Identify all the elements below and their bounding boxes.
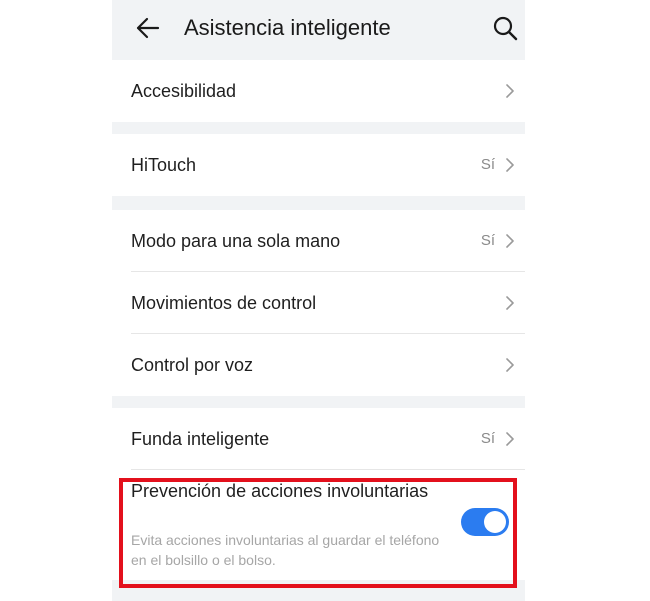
chevron-right-icon <box>506 296 514 310</box>
item-label: HiTouch <box>131 155 197 175</box>
chevron-right-icon <box>506 432 514 446</box>
toggle-description: Evita acciones involuntarias al guardar … <box>131 532 440 568</box>
item-value: Sí <box>480 232 495 249</box>
settings-item-prevencion-acciones: Prevención de acciones involuntarias Evi… <box>112 470 525 580</box>
settings-item-control-voz[interactable]: Control por voz <box>112 334 525 396</box>
settings-item-modo-una-mano[interactable]: Modo para una sola mano Sí <box>112 210 525 272</box>
settings-item-hitouch[interactable]: HiTouch Sí <box>112 134 525 196</box>
settings-group-2: HiTouch Sí <box>112 134 525 196</box>
item-label: Funda inteligente <box>131 429 270 449</box>
top-app-bar: Asistencia inteligente <box>112 0 525 58</box>
prevencion-toggle-switch[interactable] <box>461 508 509 536</box>
settings-group-4: Funda inteligente Sí Prevención de accio… <box>112 408 525 580</box>
chevron-right-icon <box>506 234 514 248</box>
toggle-knob <box>484 511 506 533</box>
settings-screen: Asistencia inteligente Accesibilidad HiT… <box>112 0 525 601</box>
chevron-right-icon <box>506 158 514 172</box>
page-title: Asistencia inteligente <box>184 15 391 40</box>
chevron-right-icon <box>506 358 514 372</box>
settings-group-3: Modo para una sola mano Sí Movimientos d… <box>112 210 525 396</box>
item-label: Accesibilidad <box>131 81 237 101</box>
settings-item-funda-inteligente[interactable]: Funda inteligente Sí <box>112 408 525 470</box>
item-value: Sí <box>480 430 495 447</box>
settings-item-movimientos-control[interactable]: Movimientos de control <box>112 272 525 334</box>
settings-item-accesibilidad[interactable]: Accesibilidad <box>112 60 525 122</box>
settings-group-1: Accesibilidad <box>112 60 525 122</box>
item-label: Movimientos de control <box>131 293 317 313</box>
item-label: Control por voz <box>131 355 254 375</box>
item-value: Sí <box>480 156 495 173</box>
item-label: Modo para una sola mano <box>131 231 341 251</box>
back-button[interactable] <box>134 14 162 42</box>
toggle-label: Prevención de acciones involuntarias <box>131 481 429 501</box>
search-button[interactable] <box>491 14 519 42</box>
chevron-right-icon <box>506 84 514 98</box>
arrow-left-icon <box>136 17 160 39</box>
search-icon <box>493 16 518 41</box>
